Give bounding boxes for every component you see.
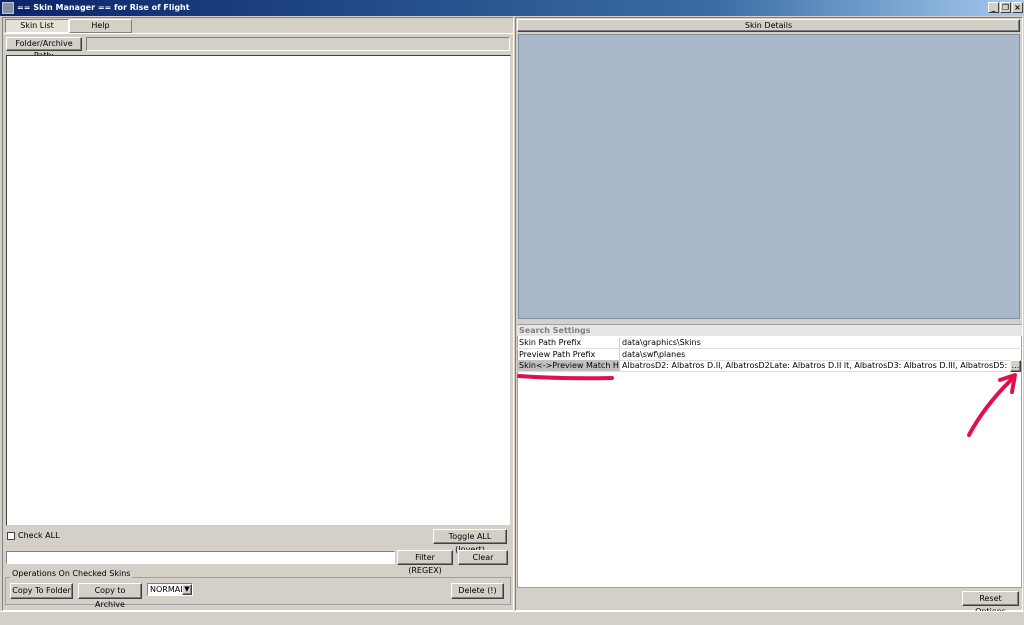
skin-preview-area [518, 34, 1020, 319]
check-all-checkbox[interactable] [7, 532, 15, 540]
filter-regex-button[interactable]: Filter (REGEX) [397, 550, 453, 575]
copy-to-archive-button[interactable]: Copy to Archive [78, 583, 142, 609]
folder-path-button[interactable]: Folder/Archive Path: [6, 37, 82, 60]
tab-divider [3, 33, 513, 34]
close-button[interactable]: × [1012, 2, 1023, 13]
skin-details-header: Skin Details [517, 19, 1020, 32]
app-icon[interactable] [2, 2, 14, 14]
prop-skin-path-prefix-value[interactable]: data\graphics\Skins [620, 337, 1022, 349]
status-bar [0, 611, 1024, 625]
mode-select[interactable]: NORMAL ▼ [147, 583, 193, 596]
search-settings-header: Search Settings [517, 325, 1022, 336]
chevron-down-icon[interactable]: ▼ [182, 584, 192, 595]
ellipsis-button[interactable]: ... [1010, 360, 1021, 372]
operations-label: Operations On Checked Skins [10, 569, 133, 578]
prop-match-helpers-value[interactable]: AlbatrosD2: Albatros D.II, AlbatrosD2Lat… [620, 360, 1010, 372]
prop-match-helpers[interactable]: Skin<->Preview Match Helpers [517, 360, 620, 372]
tab-help[interactable]: Help [69, 19, 132, 33]
check-all-label: Check ALL [18, 531, 60, 540]
prop-skin-path-prefix: Skin Path Prefix [517, 337, 620, 349]
title-bar[interactable]: == Skin Manager == for Rise of Flight _ … [0, 0, 1024, 16]
filter-input[interactable] [6, 551, 395, 564]
right-footer [517, 588, 1022, 610]
mode-select-value: NORMAL [150, 585, 185, 594]
tab-skin-list[interactable]: Skin List [5, 19, 69, 33]
folder-path-field[interactable] [86, 37, 510, 51]
minimize-button[interactable]: _ [988, 2, 999, 13]
restore-button[interactable]: ❐ [1000, 2, 1011, 13]
toggle-all-button[interactable]: Toggle ALL (Invert) [433, 529, 507, 554]
clear-button[interactable]: Clear [458, 550, 508, 565]
skin-list[interactable] [6, 55, 511, 526]
window-title: == Skin Manager == for Rise of Flight [17, 3, 190, 12]
reset-options-button[interactable]: Reset Options [962, 591, 1019, 616]
copy-to-folder-button[interactable]: Copy To Folder [10, 583, 73, 599]
delete-button[interactable]: Delete (!) [451, 583, 504, 599]
